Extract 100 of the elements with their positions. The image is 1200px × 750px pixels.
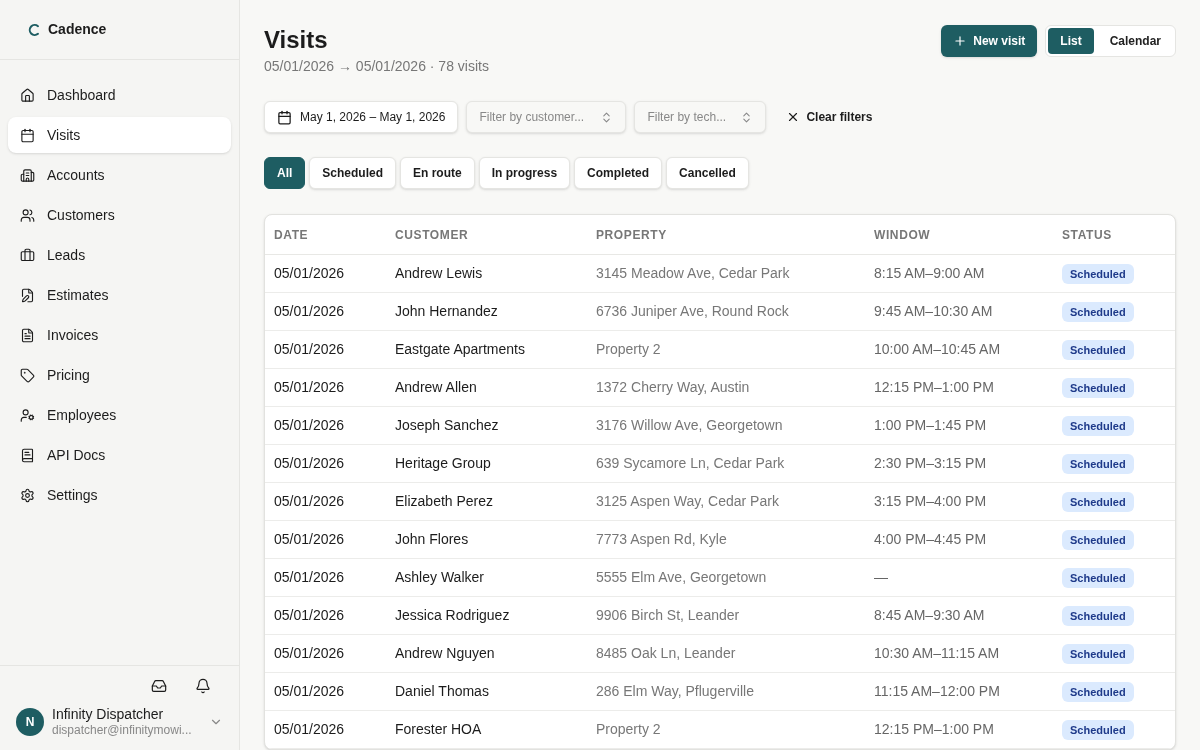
property-cell-text: Property 2	[596, 340, 662, 359]
window-cell-text: 8:45 AM–9:30 AM	[874, 606, 986, 625]
customer-cell-text: Heritage Group	[395, 454, 492, 473]
date-cell-text: 05/01/2026	[274, 682, 346, 701]
status-badge: Scheduled	[1062, 301, 1134, 323]
property-cell-text: Property 2	[596, 720, 662, 739]
table-row[interactable]: 05/01/2026 Eastgate Apartments Property 2 10:00 AM–10:45 AM Scheduled	[265, 331, 1175, 369]
calendar-icon	[277, 109, 292, 125]
customer-cell-text: Joseph Sanchez	[395, 416, 500, 435]
table-row[interactable]: 05/01/2026 John Hernandez 6736 Juniper Ave, Round Rock 9:45 AM–10:30 AM Scheduled	[265, 293, 1175, 331]
window-cell-text: 12:15 PM–1:00 PM	[874, 720, 995, 739]
house-icon	[20, 87, 35, 103]
date-cell-text: 05/01/2026	[274, 492, 346, 511]
table-row[interactable]: 05/01/2026 Joseph Sanchez 3176 Willow Ave, Georgetown 1:00 PM–1:45 PM Scheduled	[265, 407, 1175, 445]
nav-item[interactable]: API Docs	[8, 437, 231, 473]
status-badge: Scheduled	[1062, 719, 1134, 741]
table-row[interactable]: 05/01/2026 Heritage Group 639 Sycamore Ln, Cedar Park 2:30 PM–3:15 PM Scheduled	[265, 445, 1175, 483]
clear-filters-button[interactable]: Clear filters	[774, 101, 885, 133]
column-header: DATE	[274, 226, 310, 244]
table-row[interactable]: 05/01/2026 Ashley Walker 5555 Elm Ave, Georgetown — Scheduled	[265, 559, 1175, 597]
table-row[interactable]: 05/01/2026 Andrew Nguyen 8485 Oak Ln, Leander 10:30 AM–11:15 AM Scheduled	[265, 635, 1175, 673]
date-cell-text: 05/01/2026	[274, 378, 346, 397]
customer-cell-text: Daniel Thomas	[395, 682, 490, 701]
status-tab[interactable]: En route	[400, 157, 475, 189]
view-tab[interactable]: Calendar	[1097, 28, 1173, 54]
date-cell-text: 05/01/2026	[274, 416, 346, 435]
status-badge: Scheduled	[1062, 681, 1134, 703]
new-visit-button[interactable]: New visit	[941, 25, 1038, 57]
date-cell-text: 05/01/2026	[274, 302, 346, 321]
table-row[interactable]: 05/01/2026 Daniel Thomas 286 Elm Way, Pflugerville 11:15 AM–12:00 PM Scheduled	[265, 673, 1175, 711]
window-cell-text: —	[874, 568, 889, 587]
date-range-button[interactable]: May 1, 2026 – May 1, 2026	[264, 101, 459, 133]
window-cell-text: 4:00 PM–4:45 PM	[874, 530, 988, 549]
nav-item[interactable]: Accounts	[8, 157, 231, 193]
nav-item[interactable]: Customers	[8, 197, 231, 233]
property-cell-text: 639 Sycamore Ln, Cedar Park	[596, 454, 786, 473]
nav-item[interactable]: Dashboard	[8, 77, 231, 113]
status-badge: Scheduled	[1062, 377, 1134, 399]
date-cell-text: 05/01/2026	[274, 454, 346, 473]
column-header: CUSTOMER	[395, 226, 470, 244]
nav-item[interactable]: Settings	[8, 477, 231, 513]
view-tab[interactable]: List	[1048, 28, 1094, 54]
user-avatar: N	[16, 707, 44, 736]
user-name: Infinity Dispatcher	[52, 705, 165, 723]
table-row[interactable]: 05/01/2026 John Flores 7773 Aspen Rd, Kyle 4:00 PM–4:45 PM Scheduled	[265, 521, 1175, 559]
nav-item[interactable]: Employees	[8, 397, 231, 433]
customer-cell-text: Forester HOA	[395, 720, 483, 739]
property-cell-text: 1372 Cherry Way, Austin	[596, 378, 751, 397]
property-cell-text: 3145 Meadow Ave, Cedar Park	[596, 264, 791, 283]
document-icon	[20, 327, 35, 343]
window-cell-text: 10:30 AM–11:15 AM	[874, 644, 1001, 663]
column-header: WINDOW	[874, 226, 932, 244]
users-icon	[20, 207, 35, 223]
nav-item[interactable]: Leads	[8, 237, 231, 273]
table-row[interactable]: 05/01/2026 Elizabeth Perez 3125 Aspen Way, Cedar Park 3:15 PM–4:00 PM Scheduled	[265, 483, 1175, 521]
date-cell-text: 05/01/2026	[274, 720, 346, 739]
customer-cell-text: Elizabeth Perez	[395, 492, 495, 511]
customer-cell-text: John Flores	[395, 530, 470, 549]
window-cell-text: 12:15 PM–1:00 PM	[874, 378, 995, 397]
nav-item[interactable]: Invoices	[8, 317, 231, 353]
status-badge: Scheduled	[1062, 453, 1134, 475]
plus-icon	[953, 34, 968, 48]
window-cell-text: 11:15 AM–12:00 PM	[874, 682, 1001, 701]
property-cell-text: 5555 Elm Ave, Georgetown	[596, 568, 768, 587]
table-row[interactable]: 05/01/2026 Forester HOA Property 2 12:15 PM–1:00 PM Scheduled	[265, 711, 1175, 749]
tag-icon	[20, 367, 35, 383]
customer-cell-text: Andrew Lewis	[395, 264, 484, 283]
window-cell-text: 10:00 AM–10:45 AM	[874, 340, 1002, 359]
property-cell-text: 7773 Aspen Rd, Kyle	[596, 530, 728, 549]
status-tab[interactable]: In progress	[478, 157, 571, 189]
status-tab[interactable]: Completed	[574, 157, 663, 189]
table-row[interactable]: 05/01/2026 Jessica Rodriguez 9906 Birch St, Leander 8:45 AM–9:30 AM Scheduled	[265, 597, 1175, 635]
customer-cell-text: Andrew Nguyen	[395, 644, 496, 663]
page-subtitle: 05/01/2026 → 05/01/2026 · 78 visits	[264, 57, 489, 76]
logo-icon	[28, 22, 40, 37]
table-row[interactable]: 05/01/2026 Andrew Lewis 3145 Meadow Ave, Cedar Park 8:15 AM–9:00 AM Scheduled	[265, 255, 1175, 293]
property-cell-text: 8485 Oak Ln, Leander	[596, 644, 737, 663]
status-tab[interactable]: Scheduled	[309, 157, 397, 189]
nav-item[interactable]: Visits	[8, 117, 231, 153]
inbox-icon[interactable]	[151, 677, 167, 694]
status-badge: Scheduled	[1062, 643, 1134, 665]
calendar-icon	[20, 127, 35, 143]
customer-cell-text: John Hernandez	[395, 302, 499, 321]
table-row[interactable]: 05/01/2026 Andrew Allen 1372 Cherry Way, Austin 12:15 PM–1:00 PM Scheduled	[265, 369, 1175, 407]
page-title: Visits	[264, 25, 329, 55]
status-tab[interactable]: Cancelled	[666, 157, 749, 189]
book-icon	[20, 447, 35, 463]
file-pen-icon	[20, 287, 35, 303]
property-cell-text: 3125 Aspen Way, Cedar Park	[596, 492, 780, 511]
building-icon	[20, 167, 35, 183]
user-gear-icon	[20, 407, 35, 423]
notifications-icon[interactable]	[195, 677, 211, 694]
column-header: PROPERTY	[596, 226, 668, 244]
property-cell-text: 286 Elm Way, Pflugerville	[596, 682, 755, 701]
nav-item[interactable]: Pricing	[8, 357, 231, 393]
status-badge: Scheduled	[1062, 529, 1134, 551]
nav-item[interactable]: Estimates	[8, 277, 231, 313]
status-tab[interactable]: All	[264, 157, 306, 189]
property-cell-text: 6736 Juniper Ave, Round Rock	[596, 302, 790, 321]
window-cell-text: 3:15 PM–4:00 PM	[874, 492, 988, 511]
